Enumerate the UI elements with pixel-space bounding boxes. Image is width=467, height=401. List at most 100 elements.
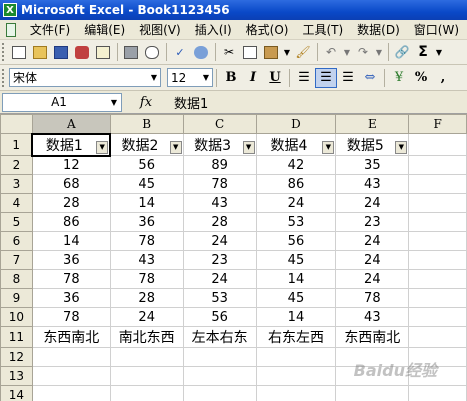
data-cell[interactable]: 78: [335, 288, 410, 308]
percent-button[interactable]: %: [410, 68, 432, 88]
data-cell[interactable]: 43: [335, 307, 410, 327]
empty-cell[interactable]: [182, 347, 257, 367]
toolbar-grip[interactable]: [2, 68, 5, 87]
filter-dropdown-icon[interactable]: ▼: [169, 141, 182, 154]
header-cell[interactable]: 数据2 ▼: [109, 133, 184, 156]
row-header[interactable]: 10: [0, 307, 33, 327]
menu-window[interactable]: 窗口(W): [408, 21, 467, 38]
menu-tools[interactable]: 工具(T): [296, 21, 351, 38]
undo-dropdown-icon[interactable]: ▼: [342, 42, 352, 62]
data-cell[interactable]: 24: [182, 231, 257, 251]
menu-file[interactable]: 文件(F): [24, 21, 78, 38]
data-cell[interactable]: 78: [31, 307, 111, 327]
row-header[interactable]: 12: [0, 347, 33, 367]
data-cell[interactable]: 42: [255, 155, 337, 175]
header-cell[interactable]: 数据4 ▼: [255, 133, 337, 156]
empty-cell[interactable]: [408, 250, 467, 270]
header-cell[interactable]: 数据5 ▼: [335, 133, 410, 156]
empty-cell[interactable]: [408, 269, 467, 289]
row-header[interactable]: 11: [0, 326, 33, 348]
cut-icon[interactable]: ✂: [219, 42, 239, 62]
data-cell[interactable]: 45: [255, 250, 337, 270]
row-header[interactable]: 4: [0, 193, 33, 213]
empty-cell[interactable]: [109, 347, 184, 367]
row-header[interactable]: 6: [0, 231, 33, 251]
row-header[interactable]: 1: [0, 133, 33, 156]
insert-function-icon[interactable]: fx: [122, 95, 170, 110]
filter-dropdown-icon[interactable]: ▼: [322, 141, 335, 154]
hyperlink-icon[interactable]: 🔗: [392, 42, 412, 62]
column-header-b[interactable]: B: [109, 114, 184, 134]
underline-button[interactable]: U: [264, 68, 286, 88]
print-preview-icon[interactable]: [142, 42, 162, 62]
data-cell[interactable]: 56: [182, 307, 257, 327]
redo-dropdown-icon[interactable]: ▼: [374, 42, 384, 62]
text-cell[interactable]: 左本右东: [182, 326, 257, 348]
row-header[interactable]: 8: [0, 269, 33, 289]
header-cell[interactable]: 数据3 ▼: [182, 133, 257, 156]
menu-format[interactable]: 格式(O): [240, 21, 297, 38]
filter-dropdown-icon[interactable]: ▼: [96, 140, 109, 154]
data-cell[interactable]: 24: [182, 269, 257, 289]
data-cell[interactable]: 24: [109, 307, 184, 327]
empty-cell[interactable]: [408, 193, 467, 213]
header-cell[interactable]: 数据1 ▼: [31, 132, 112, 157]
data-cell[interactable]: 14: [255, 269, 337, 289]
data-cell[interactable]: 23: [335, 212, 410, 232]
data-cell[interactable]: 43: [182, 193, 257, 213]
data-cell[interactable]: 24: [335, 193, 410, 213]
empty-cell[interactable]: [408, 212, 467, 232]
text-cell[interactable]: 东西南北: [335, 326, 410, 348]
select-all-corner[interactable]: [0, 114, 33, 134]
data-cell[interactable]: 28: [109, 288, 184, 308]
empty-cell[interactable]: [408, 133, 467, 156]
empty-cell[interactable]: [408, 174, 467, 194]
data-cell[interactable]: 45: [255, 288, 337, 308]
empty-cell[interactable]: [408, 231, 467, 251]
align-right-icon[interactable]: ☰: [337, 68, 359, 88]
data-cell[interactable]: 36: [31, 250, 111, 270]
data-cell[interactable]: 78: [31, 269, 111, 289]
permission-icon[interactable]: [72, 42, 92, 62]
data-cell[interactable]: 24: [255, 193, 337, 213]
chevron-down-icon[interactable]: ▼: [200, 69, 212, 86]
text-cell[interactable]: 右东左西: [255, 326, 337, 348]
empty-cell[interactable]: [335, 385, 410, 401]
data-cell[interactable]: 53: [182, 288, 257, 308]
new-icon[interactable]: [9, 42, 29, 62]
font-size-select[interactable]: 12 ▼: [167, 68, 213, 87]
menu-edit[interactable]: 编辑(E): [78, 21, 133, 38]
empty-cell[interactable]: [31, 385, 111, 401]
data-cell[interactable]: 24: [335, 231, 410, 251]
align-left-icon[interactable]: ☰: [293, 68, 315, 88]
text-cell[interactable]: 东西南北: [31, 326, 111, 348]
merge-center-icon[interactable]: ⇔: [359, 68, 381, 88]
empty-cell[interactable]: [182, 366, 257, 386]
empty-cell[interactable]: [31, 347, 111, 367]
data-cell[interactable]: 36: [31, 288, 111, 308]
column-header-d[interactable]: D: [255, 114, 337, 134]
filter-dropdown-icon[interactable]: ▼: [242, 141, 255, 154]
data-cell[interactable]: 45: [109, 174, 184, 194]
row-header[interactable]: 3: [0, 174, 33, 194]
data-cell[interactable]: 53: [255, 212, 337, 232]
data-cell[interactable]: 78: [109, 269, 184, 289]
empty-cell[interactable]: [109, 366, 184, 386]
data-cell[interactable]: 43: [335, 174, 410, 194]
data-cell[interactable]: 43: [109, 250, 184, 270]
align-center-icon[interactable]: ☰: [315, 67, 337, 88]
empty-cell[interactable]: [408, 288, 467, 308]
filter-dropdown-icon[interactable]: ▼: [395, 141, 408, 154]
open-icon[interactable]: [30, 42, 50, 62]
data-cell[interactable]: 14: [31, 231, 111, 251]
comma-button[interactable]: ,: [432, 68, 454, 88]
email-icon[interactable]: [93, 42, 113, 62]
column-header-c[interactable]: C: [182, 114, 257, 134]
sum-dropdown-icon[interactable]: ▼: [434, 42, 444, 62]
data-cell[interactable]: 24: [335, 250, 410, 270]
menu-view[interactable]: 视图(V): [133, 21, 189, 38]
row-header[interactable]: 2: [0, 155, 33, 175]
name-box[interactable]: A1 ▼: [2, 92, 122, 112]
workbook-icon[interactable]: [6, 22, 16, 37]
research-icon[interactable]: [191, 42, 211, 62]
